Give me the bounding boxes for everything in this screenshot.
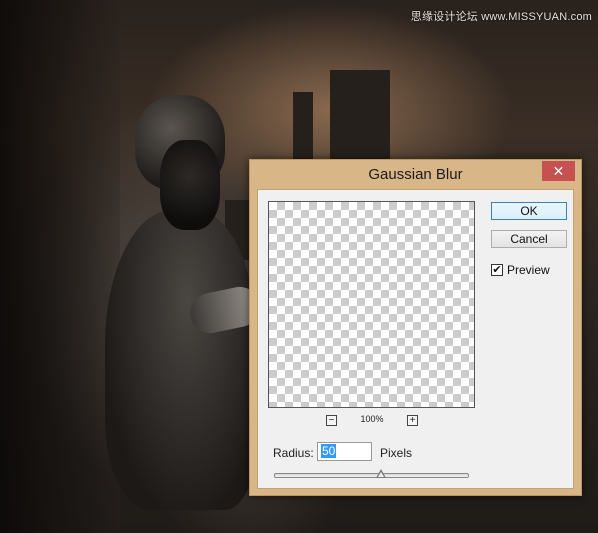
zoom-in-button[interactable]: + bbox=[407, 415, 418, 426]
figure-body bbox=[105, 210, 255, 510]
close-button[interactable]: ✕ bbox=[542, 161, 575, 181]
ok-button[interactable]: OK bbox=[491, 202, 567, 220]
preview-checkbox[interactable]: ✔ bbox=[491, 264, 503, 276]
zoom-level: 100% bbox=[360, 414, 384, 424]
checkmark-icon: ✔ bbox=[492, 264, 502, 276]
pixels-unit-label: Pixels bbox=[380, 446, 413, 460]
minus-icon: − bbox=[328, 415, 335, 426]
zoom-out-button[interactable]: − bbox=[326, 415, 337, 426]
preview-label[interactable]: Preview bbox=[507, 263, 550, 277]
close-icon: ✕ bbox=[552, 163, 565, 179]
dialog-title: Gaussian Blur bbox=[368, 166, 463, 183]
radius-slider-track[interactable] bbox=[274, 473, 469, 478]
watermark: 思缘设计论坛 www.MISSYUAN.com bbox=[410, 11, 592, 23]
preview-pane[interactable] bbox=[268, 201, 475, 408]
gaussian-blur-dialog: Gaussian Blur ✕ − 100% + OK Cancel ✔ Pre… bbox=[249, 159, 582, 496]
gas-mask bbox=[160, 140, 220, 230]
dialog-titlebar[interactable]: Gaussian Blur ✕ bbox=[250, 160, 581, 189]
radius-slider-thumb[interactable] bbox=[376, 469, 387, 478]
building-silhouette bbox=[293, 92, 313, 162]
brick-wall bbox=[0, 0, 120, 533]
radius-value: 50 bbox=[321, 444, 337, 458]
cancel-button[interactable]: Cancel bbox=[491, 230, 567, 248]
radius-input[interactable]: 50 bbox=[317, 442, 372, 461]
radius-label: Radius: bbox=[273, 446, 314, 460]
plus-icon: + bbox=[409, 415, 416, 426]
dialog-body: − 100% + OK Cancel ✔ Preview Radius: 50 … bbox=[257, 189, 574, 489]
